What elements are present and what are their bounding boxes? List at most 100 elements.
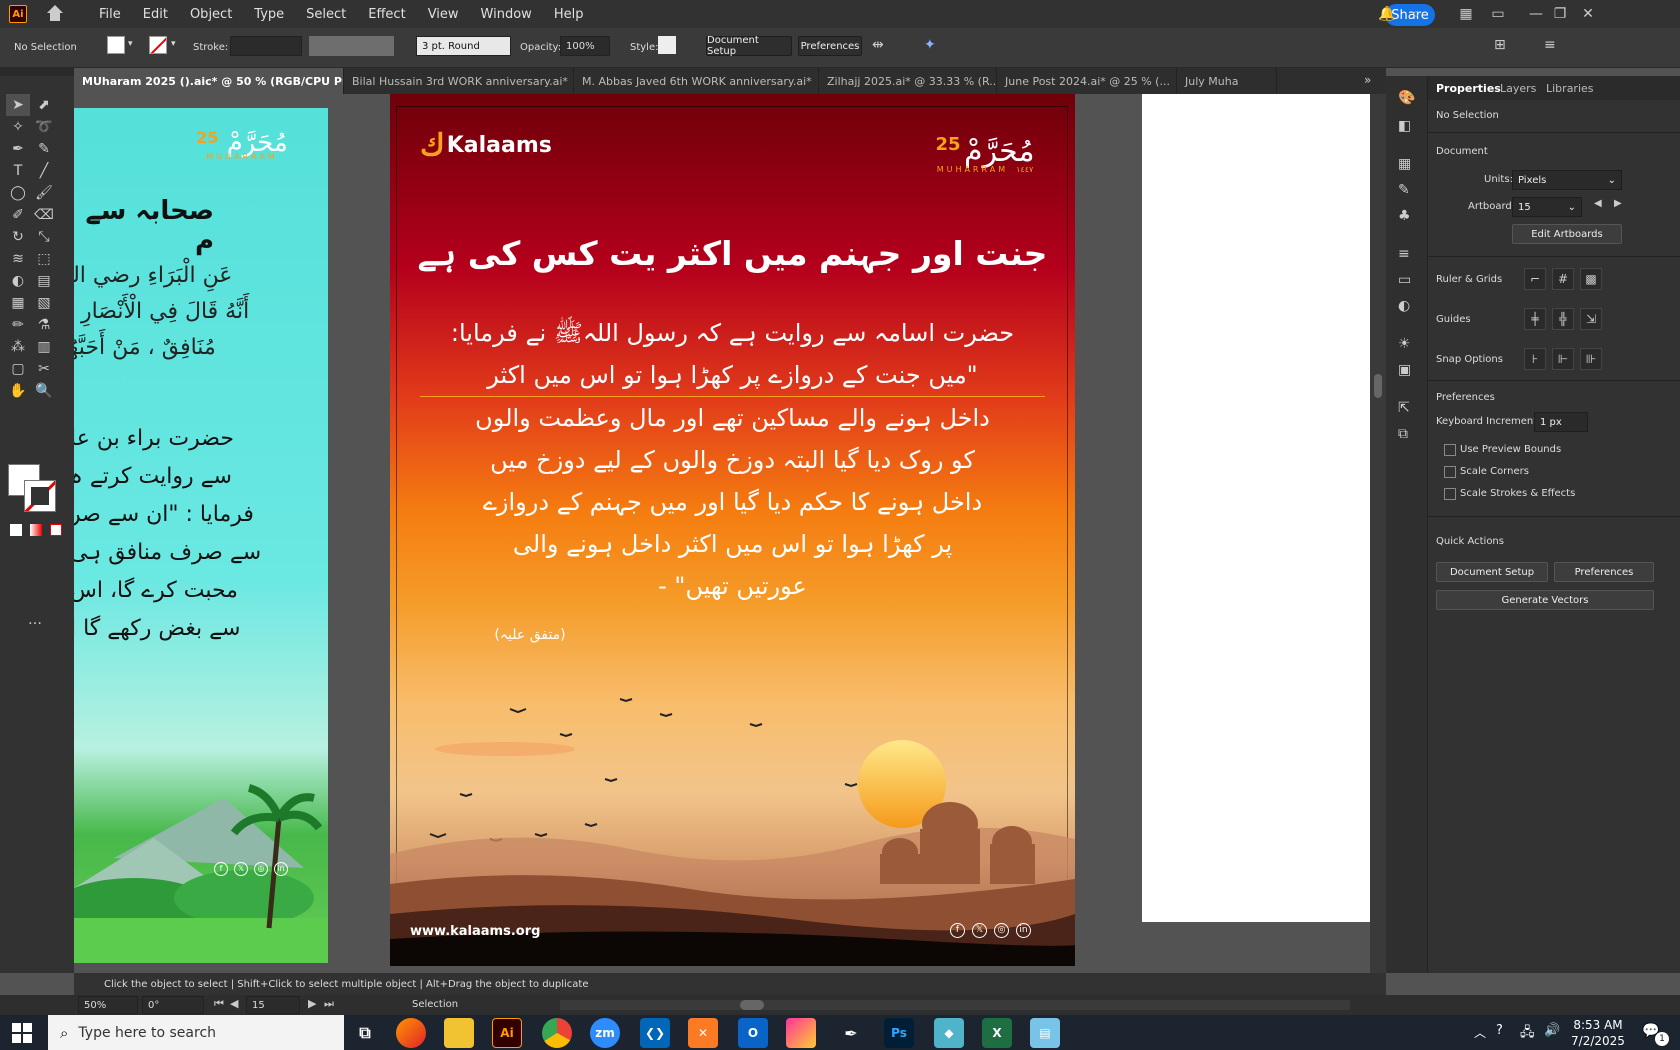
generate-vectors-button[interactable]: Generate Vectors xyxy=(1436,590,1654,610)
keyboard-increment-input[interactable]: 1 px xyxy=(1534,412,1588,432)
show-guides-icon[interactable]: ╪ xyxy=(1524,308,1546,330)
home-icon[interactable] xyxy=(45,5,65,23)
windows-start-icon[interactable] xyxy=(12,1023,32,1043)
scale-strokes-checkbox[interactable] xyxy=(1444,488,1456,500)
volume-icon[interactable]: 🔊 xyxy=(1544,1023,1560,1038)
restore-icon[interactable]: ❐ xyxy=(1552,6,1568,22)
taskbar-search[interactable]: ⌕ Type here to search xyxy=(48,1015,344,1050)
prev-artboard-icon[interactable]: ◀ xyxy=(230,997,238,1010)
more-tabs-icon[interactable]: » xyxy=(1364,73,1371,87)
document-setup-button[interactable]: Document Setup xyxy=(1436,562,1548,582)
scale-tool-icon[interactable]: ⤡ xyxy=(32,226,56,248)
chrome-icon[interactable] xyxy=(542,1018,572,1048)
line-tool-icon[interactable]: ╱ xyxy=(32,160,56,182)
symbol-sprayer-tool-icon[interactable]: ⁂ xyxy=(6,336,30,358)
tray-chevron-icon[interactable]: ︿ xyxy=(1474,1024,1486,1041)
brushes-icon[interactable]: ✎ xyxy=(1398,182,1410,198)
facebook-icon[interactable]: f xyxy=(950,923,965,938)
artboards-icon[interactable]: ⧉ xyxy=(1398,426,1408,442)
lock-guides-icon[interactable]: ╬ xyxy=(1552,308,1574,330)
units-select[interactable]: Pixels ⌄ xyxy=(1512,170,1622,190)
file-explorer-icon[interactable] xyxy=(444,1018,474,1048)
mesh-tool-icon[interactable]: ▦ xyxy=(6,292,30,314)
direct-selection-tool-icon[interactable]: ⬈ xyxy=(32,94,56,116)
scrollbar-thumb[interactable] xyxy=(740,1000,764,1010)
instagram-icon[interactable]: ◎ xyxy=(254,862,268,876)
notes-icon[interactable]: ▤ xyxy=(1030,1018,1060,1048)
grid-icon[interactable]: # xyxy=(1552,268,1574,290)
free-transform-tool-icon[interactable]: ⬚ xyxy=(32,248,56,270)
graphic-style-swatch[interactable] xyxy=(658,36,676,54)
snap-pixel-icon[interactable]: ⊪ xyxy=(1580,348,1602,370)
workspace-icon[interactable]: ▭ xyxy=(1490,6,1506,22)
zoom-app-icon[interactable]: zm xyxy=(590,1018,620,1048)
transparency-grid-icon[interactable]: ▩ xyxy=(1580,268,1602,290)
illustrator-icon[interactable]: Ai xyxy=(492,1018,522,1048)
hand-tool-icon[interactable]: ✋ xyxy=(6,380,30,402)
pen-app-icon[interactable]: ✒ xyxy=(836,1018,866,1048)
artboard-nav-select[interactable]: 15 xyxy=(246,996,300,1014)
warp-tool-icon[interactable]: ≋ xyxy=(6,248,30,270)
gradient-mode-icon[interactable] xyxy=(30,524,42,536)
color-guide-icon[interactable]: ◧ xyxy=(1398,118,1411,134)
smart-guides-icon[interactable]: ⇲ xyxy=(1580,308,1602,330)
search-icon[interactable]: ⌕ xyxy=(1408,6,1424,22)
color-mode-icon[interactable] xyxy=(10,524,22,536)
chevron-down-icon[interactable]: ▾ xyxy=(171,39,176,49)
export-icon[interactable]: ⇱ xyxy=(1398,400,1410,416)
snap-point-icon[interactable]: ⊦ xyxy=(1524,348,1546,370)
preferences-button[interactable]: Preferences xyxy=(1554,562,1654,582)
linkedin-icon[interactable]: in xyxy=(1016,923,1031,938)
xampp-icon[interactable]: ✕ xyxy=(688,1018,718,1048)
linkedin-icon[interactable]: in xyxy=(274,862,288,876)
help-tray-icon[interactable]: ? xyxy=(1496,1023,1503,1038)
instagram-icon[interactable]: ◎ xyxy=(994,923,1009,938)
tab-layers[interactable]: Layers xyxy=(1500,82,1536,95)
menu-file[interactable]: File xyxy=(93,7,127,22)
tab-zilhajj[interactable]: Zilhajj 2025.ai* @ 33.33 % (R...✕ xyxy=(819,68,997,94)
preferences-button[interactable]: Preferences xyxy=(798,36,862,56)
vscode-icon[interactable]: ❮❯ xyxy=(640,1018,670,1048)
artboard-select[interactable]: 15 ⌄ xyxy=(1512,197,1582,217)
transparency-icon[interactable]: ◐ xyxy=(1398,298,1410,314)
shaper-tool-icon[interactable]: ✐ xyxy=(6,204,30,226)
zoom-tool-icon[interactable]: 🔍 xyxy=(32,380,56,402)
next-artboard-icon[interactable]: ▶ xyxy=(308,997,316,1010)
magic-wand-tool-icon[interactable]: ✧ xyxy=(6,116,30,138)
previous-artboard-icon[interactable]: ◀ xyxy=(1594,198,1602,209)
app-logo[interactable]: Ai xyxy=(9,5,27,23)
perspective-grid-tool-icon[interactable]: ▤ xyxy=(32,270,56,292)
eraser-tool-icon[interactable]: ⌫ xyxy=(32,204,56,226)
next-artboard-icon[interactable]: ▶ xyxy=(1614,198,1622,209)
facebook-icon[interactable]: f xyxy=(214,862,228,876)
menu-select[interactable]: Select xyxy=(300,7,352,22)
first-artboard-icon[interactable]: ⏮ xyxy=(214,997,224,1011)
scale-corners-checkbox[interactable] xyxy=(1444,466,1456,478)
firefox-icon[interactable] xyxy=(396,1018,426,1048)
edit-artboards-button[interactable]: Edit Artboards xyxy=(1512,224,1622,244)
ruler-icon[interactable]: ⌐ xyxy=(1524,268,1546,290)
color-panel-icon[interactable]: 🎨 xyxy=(1398,90,1415,106)
bell-icon[interactable]: 🔔 xyxy=(1378,6,1395,22)
ellipse-tool-icon[interactable]: ◯ xyxy=(6,182,30,204)
minimize-icon[interactable]: — xyxy=(1528,6,1544,22)
column-graph-tool-icon[interactable]: ▥ xyxy=(32,336,56,358)
fill-swatch[interactable] xyxy=(107,36,125,54)
photoshop-icon[interactable]: Ps xyxy=(884,1018,914,1048)
shape-builder-tool-icon[interactable]: ◐ xyxy=(6,270,30,292)
tab-libraries[interactable]: Libraries xyxy=(1546,82,1594,95)
blend-tool-icon[interactable]: ⚗ xyxy=(32,314,56,336)
x-icon[interactable]: 𝕏 xyxy=(972,923,987,938)
gradient-tool-icon[interactable]: ▧ xyxy=(32,292,56,314)
artboard-left[interactable]: مُحَرَّمْ 25 MUHARRAM صحابہ سے م عَنِ ال… xyxy=(74,108,328,963)
task-view-icon[interactable]: ⧉ xyxy=(350,1018,380,1048)
scrollbar-thumb[interactable] xyxy=(1374,374,1382,398)
stroke-panel-icon[interactable]: ≡ xyxy=(1398,246,1410,262)
align-icon[interactable]: ⇹ xyxy=(872,37,884,53)
close-icon[interactable]: ✕ xyxy=(1580,6,1596,22)
last-artboard-icon[interactable]: ⏭ xyxy=(324,997,334,1011)
artboard-right[interactable] xyxy=(1142,94,1370,922)
none-mode-icon[interactable] xyxy=(50,524,62,536)
menu-window[interactable]: Window xyxy=(475,7,538,22)
menu-view[interactable]: View xyxy=(422,7,465,22)
